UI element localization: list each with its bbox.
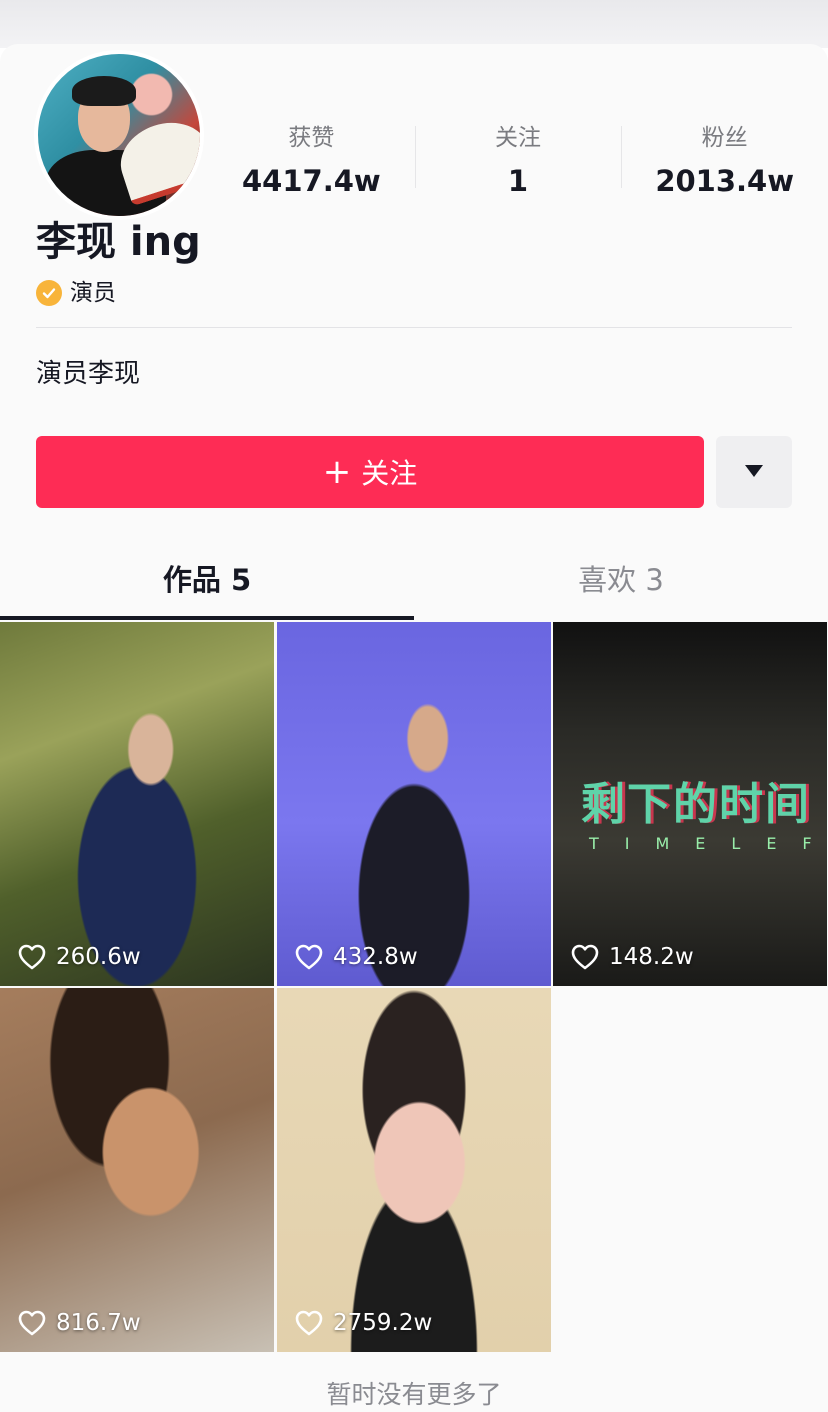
tab-likes[interactable]: 喜欢 3 (414, 548, 828, 620)
follow-button[interactable]: + 关注 (36, 436, 704, 508)
stat-label: 获赞 (288, 125, 335, 151)
profile-name: 李现 ing (36, 219, 201, 265)
follow-label: 关注 (361, 457, 418, 490)
stat-value: 4417.4w (241, 164, 381, 198)
no-more-text: 暂时没有更多了 (326, 1380, 502, 1409)
heart-icon (18, 944, 46, 970)
stat-followers[interactable]: 粉丝 2013.4w (621, 122, 828, 198)
stat-following[interactable]: 关注 1 (414, 122, 622, 198)
like-count: 432.8w (295, 944, 418, 970)
plus-icon: + (322, 452, 352, 492)
like-count-value: 816.7w (56, 1310, 141, 1336)
stats-row: 获赞 4417.4w 关注 1 粉丝 2013.4w (208, 122, 828, 212)
like-count: 2759.2w (295, 1310, 432, 1336)
more-dropdown-button[interactable] (716, 436, 792, 508)
like-count: 148.2w (571, 944, 694, 970)
like-count-value: 148.2w (609, 944, 694, 970)
profile-bio: 演员李现 (36, 359, 141, 389)
heart-icon (18, 1310, 46, 1336)
verified-label: 演员 (70, 280, 116, 306)
heart-icon (295, 944, 323, 970)
heart-icon (571, 944, 599, 970)
stat-label: 粉丝 (701, 125, 748, 151)
caret-down-icon (744, 463, 764, 482)
divider (36, 327, 792, 328)
video-tile[interactable]: 816.7w (0, 988, 274, 1352)
stat-value: 1 (507, 164, 529, 198)
stat-value: 2013.4w (655, 164, 795, 198)
like-count: 260.6w (18, 944, 141, 970)
profile-tabs: 作品 5 喜欢 3 (0, 548, 828, 620)
like-count-value: 2759.2w (333, 1310, 433, 1336)
verified-check-icon (36, 280, 62, 306)
video-tile[interactable]: 剩下的时间 TIMELEFT 148.2w (553, 622, 827, 986)
stat-likes[interactable]: 获赞 4417.4w (208, 122, 415, 198)
verified-badge: 演员 (36, 278, 116, 308)
video-tile[interactable]: 2759.2w (277, 988, 551, 1352)
heart-icon (295, 1310, 323, 1336)
video-tile[interactable]: 432.8w (277, 622, 551, 986)
avatar[interactable] (34, 50, 204, 220)
top-band (0, 0, 828, 48)
video-tile[interactable]: 260.6w (0, 622, 274, 986)
like-count-value: 432.8w (333, 944, 418, 970)
video-overlay-subtitle: TIMELEFT (589, 834, 827, 853)
tab-works[interactable]: 作品 5 (0, 548, 414, 620)
like-count: 816.7w (18, 1310, 141, 1336)
like-count-value: 260.6w (56, 944, 141, 970)
video-overlay-title: 剩下的时间 (581, 779, 811, 830)
stat-label: 关注 (495, 125, 541, 151)
